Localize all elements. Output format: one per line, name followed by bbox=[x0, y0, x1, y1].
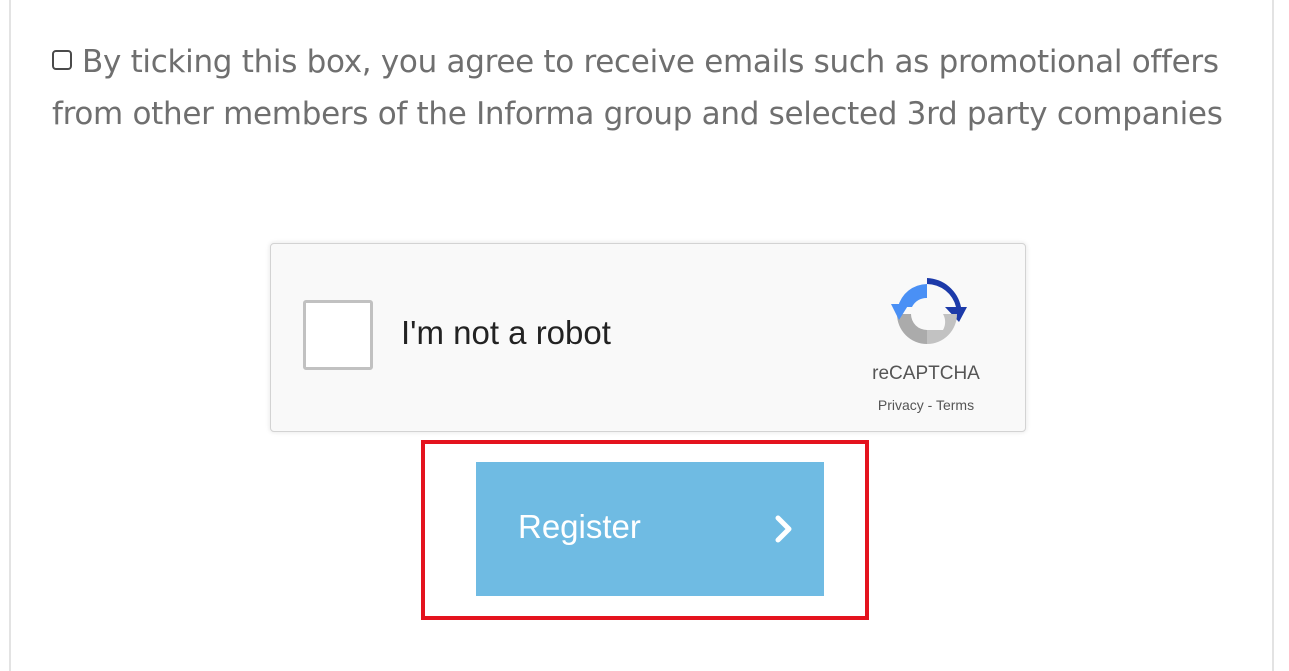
recaptcha-links: Privacy - Terms bbox=[831, 397, 1021, 413]
marketing-consent-text: By ticking this box, you agree to receiv… bbox=[52, 44, 1223, 132]
recaptcha-widget: I'm not a robot reCAPTCHA Privacy - Term… bbox=[270, 243, 1026, 432]
recaptcha-links-separator: - bbox=[927, 397, 933, 413]
register-button-label: Register bbox=[518, 508, 641, 545]
panel-left-border bbox=[9, 0, 11, 671]
recaptcha-label: I'm not a robot bbox=[401, 314, 611, 351]
recaptcha-brand: reCAPTCHA bbox=[872, 363, 980, 384]
panel-right-border bbox=[1272, 0, 1274, 671]
register-button[interactable]: Register bbox=[476, 462, 824, 596]
recaptcha-privacy-link[interactable]: Privacy bbox=[878, 397, 924, 413]
registration-form-section: By ticking this box, you agree to receiv… bbox=[0, 0, 1289, 671]
marketing-consent: By ticking this box, you agree to receiv… bbox=[52, 36, 1252, 140]
chevron-right-icon bbox=[775, 515, 792, 543]
recaptcha-checkbox[interactable] bbox=[303, 300, 373, 370]
marketing-consent-checkbox[interactable] bbox=[52, 50, 72, 70]
recaptcha-logo-icon bbox=[891, 278, 967, 344]
recaptcha-terms-link[interactable]: Terms bbox=[936, 397, 974, 413]
